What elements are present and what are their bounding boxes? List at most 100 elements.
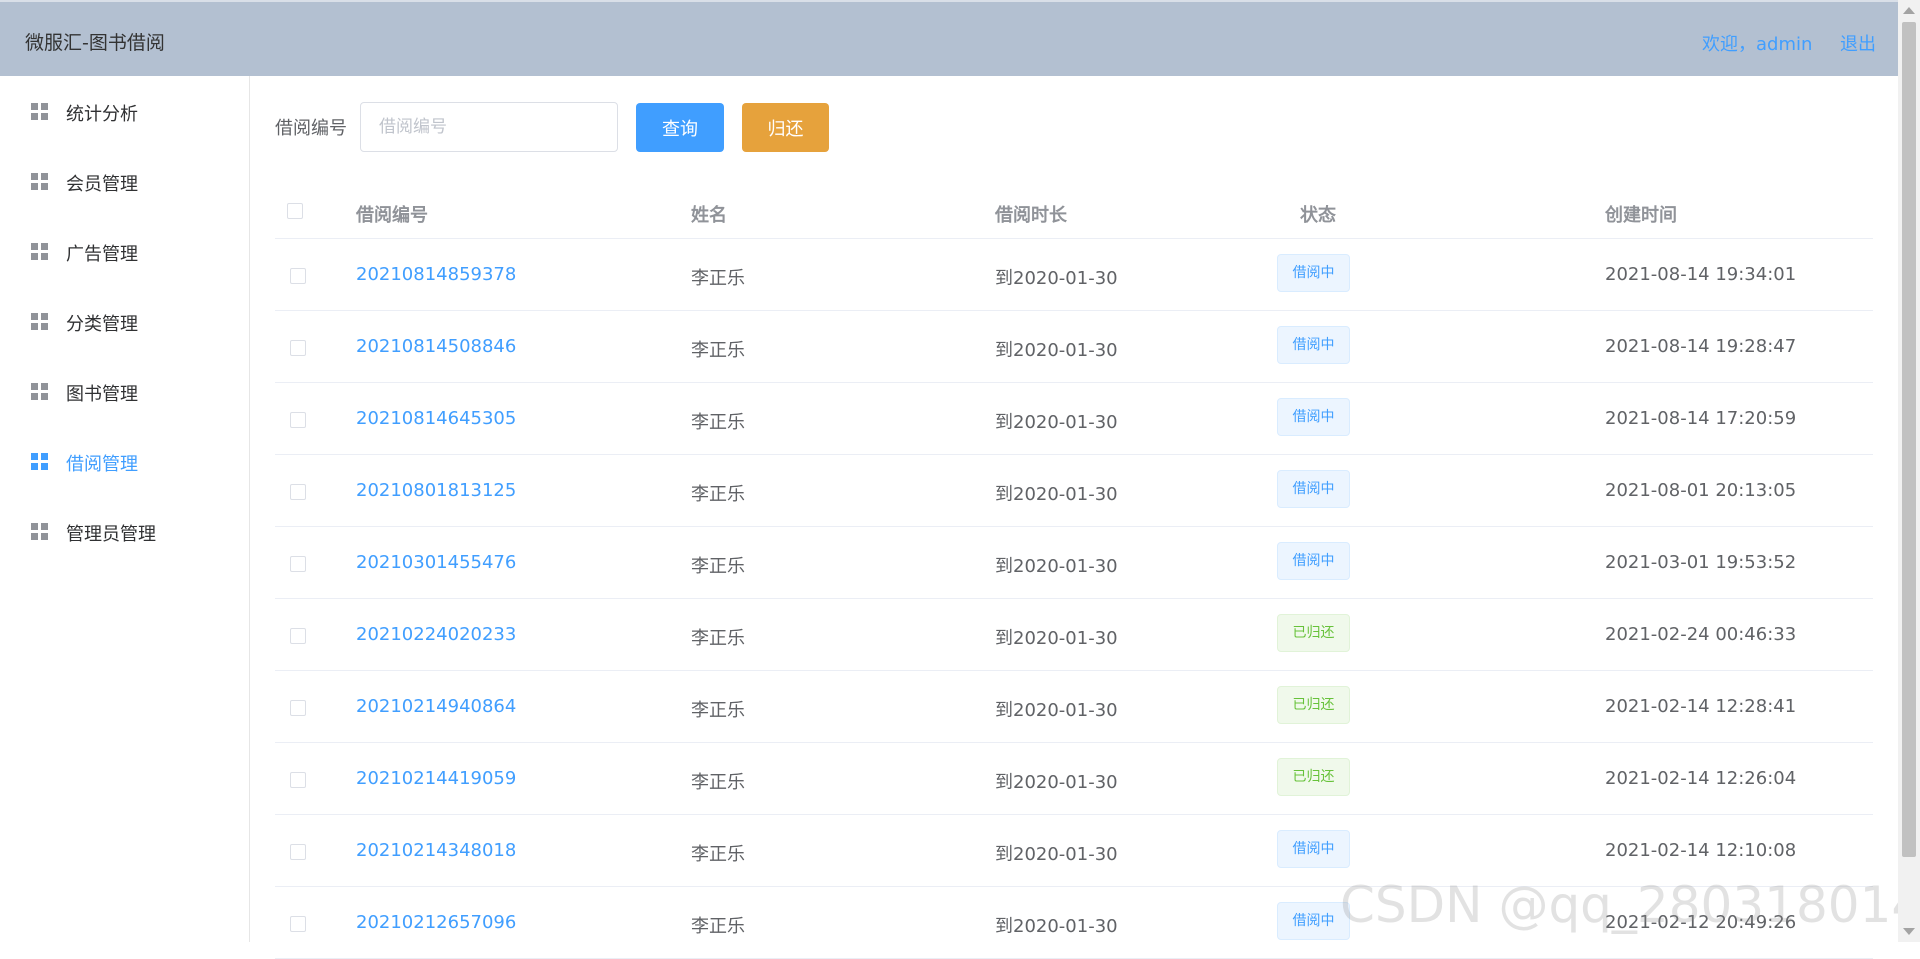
sidebar-item-label: 分类管理 xyxy=(66,314,138,335)
top-header: 微服汇-图书借阅 欢迎，admin 退出 xyxy=(0,0,1898,76)
status-badge: 借阅中 xyxy=(1277,326,1350,364)
sidebar-item-ads[interactable]: 广告管理 xyxy=(0,223,248,279)
created-time: 2021-02-14 12:10:08 xyxy=(1605,840,1797,861)
status-badge: 借阅中 xyxy=(1277,902,1350,940)
row-checkbox[interactable] xyxy=(290,700,306,716)
sidebar-item-statistics[interactable]: 统计分析 xyxy=(0,83,248,139)
main-content: 借阅编号 查询 归还 借阅编号 姓名 借阅时长 状态 创建时间 20210814… xyxy=(250,76,1898,959)
status-badge: 借阅中 xyxy=(1277,470,1350,508)
row-checkbox[interactable] xyxy=(290,628,306,644)
table-row[interactable]: 20210214940864 李正乐 到2020-01-30 已归还 2021-02-1… xyxy=(275,671,1873,743)
borrow-id-link[interactable]: 20210801813125 xyxy=(356,480,516,501)
row-checkbox[interactable] xyxy=(290,340,306,356)
app-title: 微服汇-图书借阅 xyxy=(25,32,165,54)
select-all-checkbox[interactable] xyxy=(287,203,303,219)
table-row[interactable]: 20210801813125 李正乐 到2020-01-30 借阅中 2021-08-0… xyxy=(275,455,1873,527)
table-row[interactable]: 20210224020233 李正乐 到2020-01-30 已归还 2021-02-2… xyxy=(275,599,1873,671)
member-name: 李正乐 xyxy=(691,700,745,721)
borrow-id-link[interactable]: 20210301455476 xyxy=(356,552,516,573)
status-badge: 借阅中 xyxy=(1277,830,1350,868)
borrow-table: 借阅编号 姓名 借阅时长 状态 创建时间 20210814859378 李正乐 到2… xyxy=(275,182,1873,959)
table-row[interactable]: 20210212657096 李正乐 到2020-01-30 借阅中 2021-02-1… xyxy=(275,887,1873,959)
table-row[interactable]: 20210301455476 李正乐 到2020-01-30 借阅中 2021-03-0… xyxy=(275,527,1873,599)
member-name: 李正乐 xyxy=(691,628,745,649)
borrow-duration: 到2020-01-30 xyxy=(995,772,1118,793)
created-time: 2021-02-12 20:49:26 xyxy=(1605,912,1797,933)
created-time: 2021-03-01 19:53:52 xyxy=(1605,552,1797,573)
borrow-duration: 到2020-01-30 xyxy=(995,700,1118,721)
sidebar-item-members[interactable]: 会员管理 xyxy=(0,153,248,209)
borrow-id-search-input[interactable] xyxy=(360,102,618,152)
borrow-id-link[interactable]: 20210212657096 xyxy=(356,912,516,933)
borrow-id-link[interactable]: 20210214940864 xyxy=(356,696,516,717)
member-name: 李正乐 xyxy=(691,412,745,433)
borrow-id-link[interactable]: 20210814859378 xyxy=(356,264,516,285)
table-body: 20210814859378 李正乐 到2020-01-30 借阅中 2021-08-1… xyxy=(275,239,1873,959)
created-time: 2021-08-14 17:20:59 xyxy=(1605,408,1797,429)
row-checkbox[interactable] xyxy=(290,772,306,788)
borrow-id-link[interactable]: 20210814645305 xyxy=(356,408,516,429)
created-time: 2021-08-01 20:13:05 xyxy=(1605,480,1797,501)
sidebar-item-admins[interactable]: 管理员管理 xyxy=(0,503,248,559)
table-row[interactable]: 20210814645305 李正乐 到2020-01-30 借阅中 2021-08-1… xyxy=(275,383,1873,455)
sidebar-item-label: 图书管理 xyxy=(66,384,138,405)
created-time: 2021-02-14 12:26:04 xyxy=(1605,768,1797,789)
borrow-duration: 到2020-01-30 xyxy=(995,484,1118,505)
table-row[interactable]: 20210214348018 李正乐 到2020-01-30 借阅中 2021-02-1… xyxy=(275,815,1873,887)
table-row[interactable]: 20210814859378 李正乐 到2020-01-30 借阅中 2021-08-1… xyxy=(275,239,1873,311)
sidebar-item-label: 统计分析 xyxy=(66,104,138,125)
logout-link[interactable]: 退出 xyxy=(1840,30,1876,56)
table-header: 借阅编号 姓名 借阅时长 状态 创建时间 xyxy=(275,182,1873,239)
sidebar-item-label: 会员管理 xyxy=(66,174,138,195)
sidebar-item-label: 管理员管理 xyxy=(66,524,156,545)
vertical-scrollbar[interactable] xyxy=(1898,0,1920,942)
grid-icon xyxy=(31,453,49,471)
borrow-duration: 到2020-01-30 xyxy=(995,340,1118,361)
status-badge: 借阅中 xyxy=(1277,254,1350,292)
borrow-id-link[interactable]: 20210214419059 xyxy=(356,768,516,789)
grid-icon xyxy=(31,523,49,541)
row-checkbox[interactable] xyxy=(290,412,306,428)
status-badge: 借阅中 xyxy=(1277,398,1350,436)
sidebar-item-books[interactable]: 图书管理 xyxy=(0,363,248,419)
member-name: 李正乐 xyxy=(691,772,745,793)
created-time: 2021-08-14 19:34:01 xyxy=(1605,264,1797,285)
grid-icon xyxy=(31,103,49,121)
member-name: 李正乐 xyxy=(691,556,745,577)
table-row[interactable]: 20210814508846 李正乐 到2020-01-30 借阅中 2021-08-1… xyxy=(275,311,1873,383)
grid-icon xyxy=(31,173,49,191)
borrow-id-link[interactable]: 20210214348018 xyxy=(356,840,516,861)
column-header-name: 姓名 xyxy=(691,205,727,226)
column-header-duration: 借阅时长 xyxy=(995,205,1067,226)
scrollbar-thumb[interactable] xyxy=(1902,22,1916,857)
row-checkbox[interactable] xyxy=(290,556,306,572)
sidebar-item-borrowing[interactable]: 借阅管理 xyxy=(0,433,248,489)
row-checkbox[interactable] xyxy=(290,268,306,284)
row-checkbox[interactable] xyxy=(290,844,306,860)
member-name: 李正乐 xyxy=(691,340,745,361)
search-label: 借阅编号 xyxy=(275,118,347,139)
table-row[interactable]: 20210214419059 李正乐 到2020-01-30 已归还 2021-02-1… xyxy=(275,743,1873,815)
borrow-duration: 到2020-01-30 xyxy=(995,628,1118,649)
column-header-created: 创建时间 xyxy=(1605,205,1677,226)
sidebar: 统计分析 会员管理 广告管理 分类管理 图书管理 借阅管理 管理员管理 xyxy=(0,76,250,942)
sidebar-item-categories[interactable]: 分类管理 xyxy=(0,293,248,349)
column-header-borrow-id: 借阅编号 xyxy=(356,205,428,226)
created-time: 2021-08-14 19:28:47 xyxy=(1605,336,1797,357)
welcome-user-link[interactable]: 欢迎，admin xyxy=(1702,30,1812,56)
return-button[interactable]: 归还 xyxy=(742,103,829,152)
column-header-status: 状态 xyxy=(1300,205,1336,226)
query-button[interactable]: 查询 xyxy=(636,103,724,152)
borrow-duration: 到2020-01-30 xyxy=(995,916,1118,937)
row-checkbox[interactable] xyxy=(290,916,306,932)
status-badge: 已归还 xyxy=(1277,614,1350,652)
borrow-id-link[interactable]: 20210224020233 xyxy=(356,624,516,645)
borrow-duration: 到2020-01-30 xyxy=(995,556,1118,577)
scroll-down-arrow-icon[interactable] xyxy=(1903,928,1915,935)
borrow-id-link[interactable]: 20210814508846 xyxy=(356,336,516,357)
sidebar-item-label: 借阅管理 xyxy=(66,454,138,475)
row-checkbox[interactable] xyxy=(290,484,306,500)
scroll-up-arrow-icon[interactable] xyxy=(1903,7,1915,14)
grid-icon xyxy=(31,243,49,261)
member-name: 李正乐 xyxy=(691,268,745,289)
